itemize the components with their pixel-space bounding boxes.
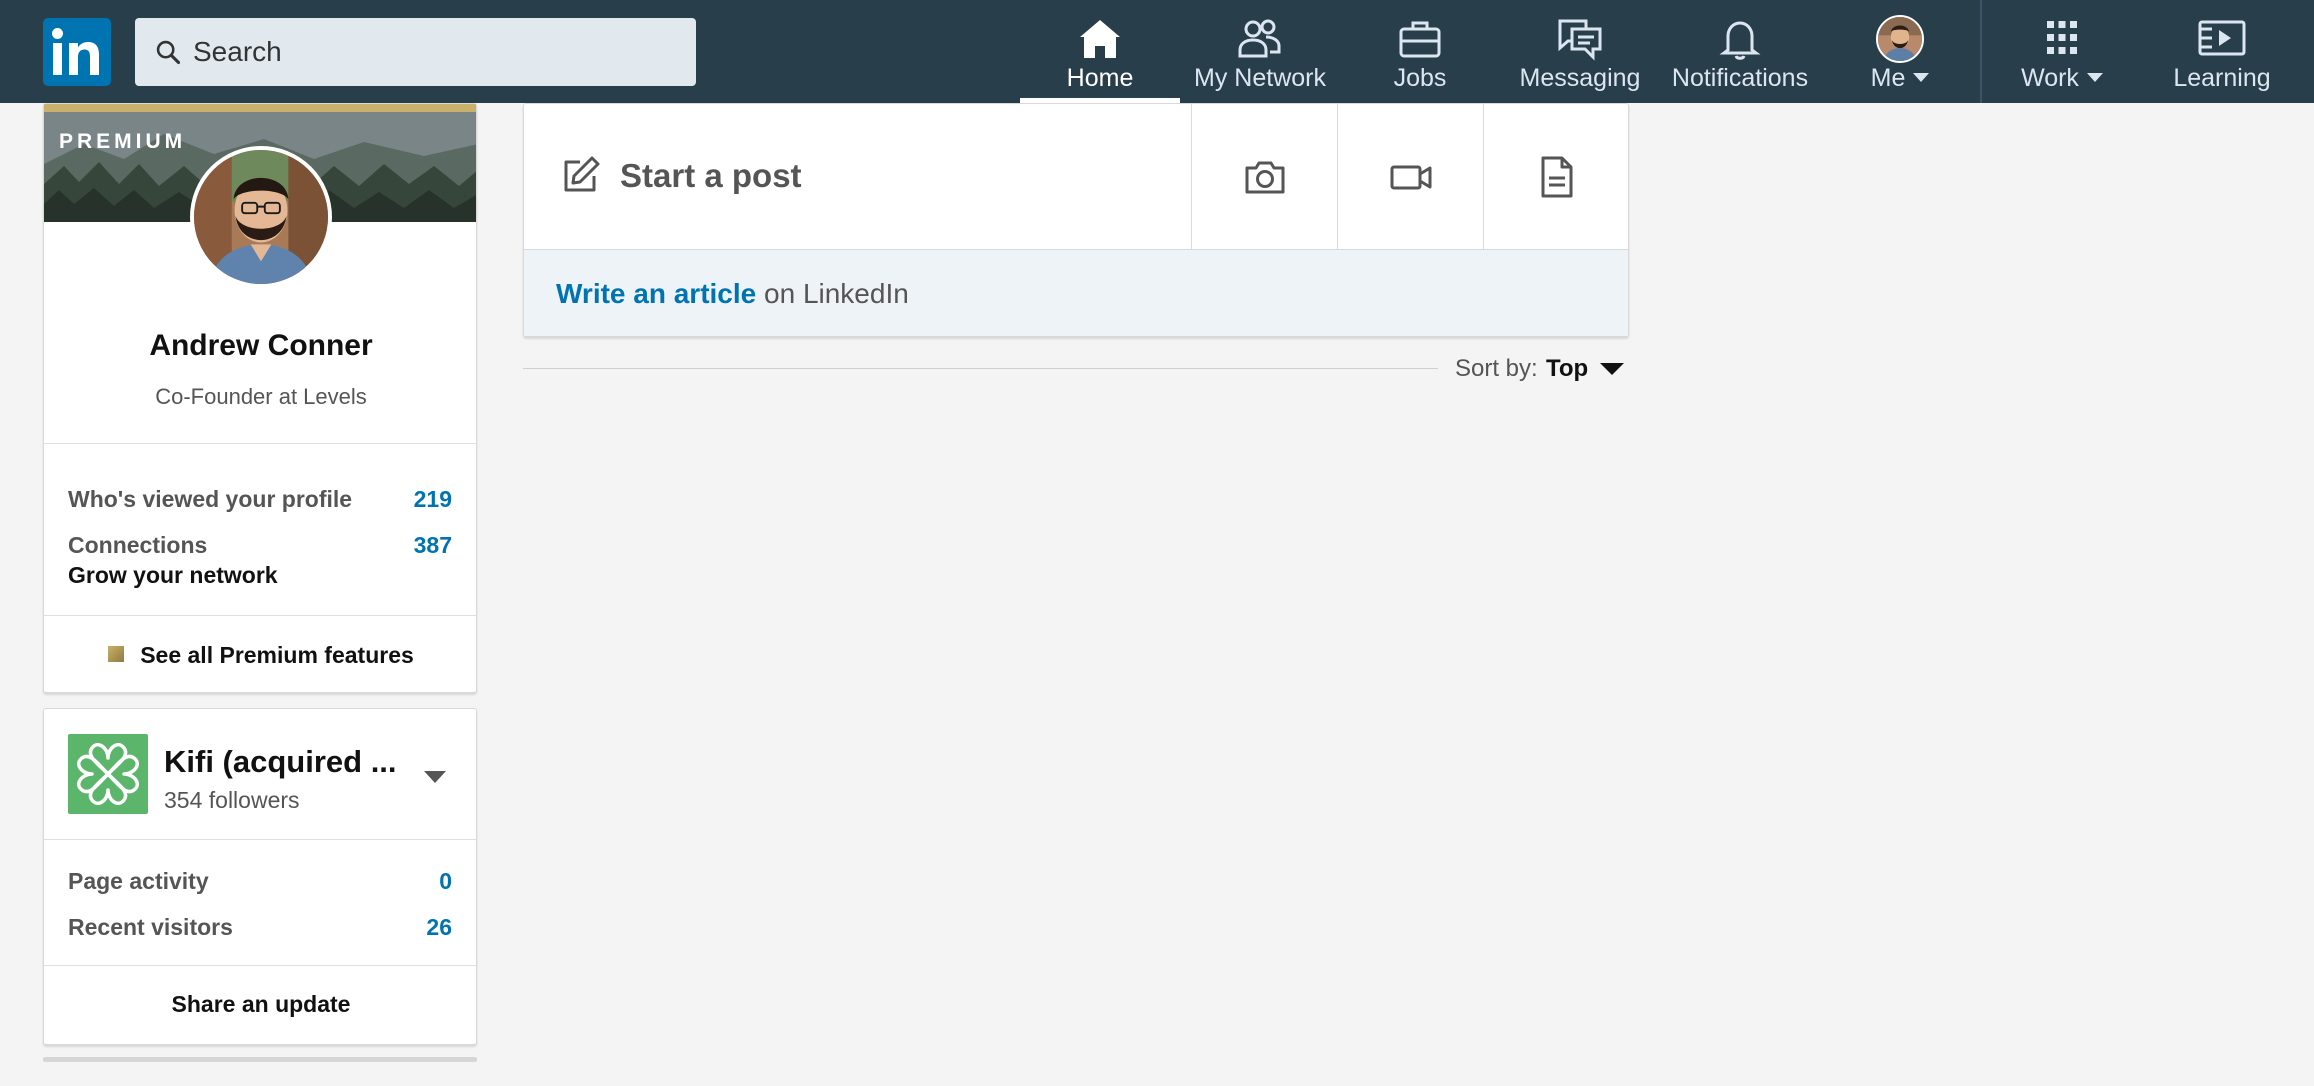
camera-icon bbox=[1245, 161, 1284, 193]
nav-work-text: Work bbox=[2021, 64, 2079, 92]
nav-messaging[interactable]: Messaging bbox=[1500, 0, 1660, 103]
nav-work[interactable]: Work bbox=[1982, 0, 2142, 103]
company-followers: 354 followers bbox=[164, 787, 300, 813]
profile-views-label: Who's viewed your profile bbox=[68, 486, 353, 512]
add-video-button[interactable] bbox=[1337, 104, 1483, 249]
grow-network-label: Grow your network bbox=[68, 562, 278, 588]
connections-label: Connections bbox=[68, 532, 208, 558]
write-article-link[interactable]: Write an article bbox=[556, 278, 756, 309]
add-photo-button[interactable] bbox=[1191, 104, 1337, 249]
profile-views-count: 219 bbox=[413, 486, 452, 512]
nav-jobs-label: Jobs bbox=[1393, 64, 1447, 92]
nav-me[interactable]: Me bbox=[1820, 0, 1980, 103]
page-activity-label: Page activity bbox=[68, 868, 209, 894]
grid-icon bbox=[2037, 16, 2087, 62]
next-card-edge bbox=[43, 1057, 477, 1062]
write-article-suffix: on LinkedIn bbox=[756, 278, 909, 309]
nav-learning-label: Learning bbox=[2173, 64, 2271, 92]
divider bbox=[44, 965, 476, 966]
premium-features-link[interactable]: See all Premium features bbox=[44, 642, 476, 669]
share-update-button[interactable]: Share an update bbox=[44, 991, 476, 1018]
nav-me-label: Me bbox=[1820, 64, 1980, 93]
chevron-down-icon bbox=[2086, 72, 2103, 82]
divider bbox=[44, 839, 476, 840]
nav-jobs[interactable]: Jobs bbox=[1340, 0, 1500, 103]
document-icon bbox=[1541, 156, 1572, 197]
chat-icon bbox=[1555, 16, 1605, 62]
people-icon bbox=[1235, 16, 1285, 62]
chevron-down-icon[interactable] bbox=[1600, 363, 1624, 375]
connections-count: 387 bbox=[413, 532, 452, 558]
company-logo[interactable] bbox=[68, 734, 148, 814]
sort-by-label: Sort by: bbox=[1455, 355, 1538, 382]
write-article-row: Write an article on LinkedIn bbox=[524, 249, 1628, 336]
search-input[interactable] bbox=[193, 18, 683, 86]
linkedin-logo[interactable] bbox=[43, 18, 111, 86]
briefcase-icon bbox=[1395, 16, 1445, 62]
nav-work-label: Work bbox=[1982, 64, 2142, 93]
premium-gold-stripe bbox=[44, 104, 476, 112]
profile-name[interactable]: Andrew Conner bbox=[44, 329, 476, 363]
chevron-down-icon bbox=[1913, 72, 1930, 82]
premium-label: PREMIUM bbox=[59, 130, 187, 153]
nav-messaging-label: Messaging bbox=[1519, 64, 1641, 92]
profile-card: PREMIUM Andrew Conner Co-Founder at Leve… bbox=[43, 103, 477, 693]
start-post-label: Start a post bbox=[620, 157, 802, 194]
recent-visitors-label: Recent visitors bbox=[68, 914, 233, 940]
nav-notifications-label: Notifications bbox=[1671, 64, 1809, 92]
share-box: Start a post Write an article on LinkedI… bbox=[523, 103, 1629, 337]
nav-learning[interactable]: Learning bbox=[2142, 0, 2302, 103]
divider bbox=[44, 443, 476, 444]
page-activity-count: 0 bbox=[439, 868, 452, 894]
search-icon bbox=[156, 40, 181, 65]
write-article-text: Write an article on LinkedIn bbox=[556, 278, 909, 310]
chevron-down-icon[interactable] bbox=[424, 771, 446, 783]
nav-my-network[interactable]: My Network bbox=[1180, 0, 1340, 103]
search-box[interactable] bbox=[135, 18, 696, 86]
company-page-card: Kifi (acquired ... 354 followers Page ac… bbox=[43, 708, 477, 1045]
avatar bbox=[1876, 15, 1924, 63]
premium-icon bbox=[108, 645, 125, 662]
profile-headline: Co-Founder at Levels bbox=[155, 384, 367, 409]
start-post-button[interactable]: Start a post bbox=[524, 104, 1191, 249]
bell-icon bbox=[1715, 16, 1765, 62]
company-name[interactable]: Kifi (acquired ... bbox=[164, 744, 397, 780]
recent-visitors-count: 26 bbox=[426, 914, 452, 940]
nav-me-text: Me bbox=[1870, 64, 1906, 92]
sort-divider bbox=[523, 368, 1438, 369]
divider bbox=[44, 615, 476, 616]
premium-features-label: See all Premium features bbox=[140, 642, 414, 668]
add-document-button[interactable] bbox=[1483, 104, 1628, 249]
profile-photo[interactable] bbox=[190, 146, 332, 288]
nav-home[interactable]: Home bbox=[1020, 0, 1180, 103]
home-icon bbox=[1075, 16, 1125, 62]
nav-home-label: Home bbox=[1066, 64, 1134, 92]
edit-icon bbox=[564, 156, 600, 192]
video-icon bbox=[1390, 165, 1431, 189]
sort-dropdown[interactable]: Top bbox=[1546, 355, 1588, 383]
learning-icon bbox=[2197, 16, 2247, 62]
nav-my-network-label: My Network bbox=[1194, 64, 1326, 92]
top-nav: Home My Network Jobs Messaging Notificat… bbox=[0, 0, 2314, 103]
nav-notifications[interactable]: Notifications bbox=[1660, 0, 1820, 103]
